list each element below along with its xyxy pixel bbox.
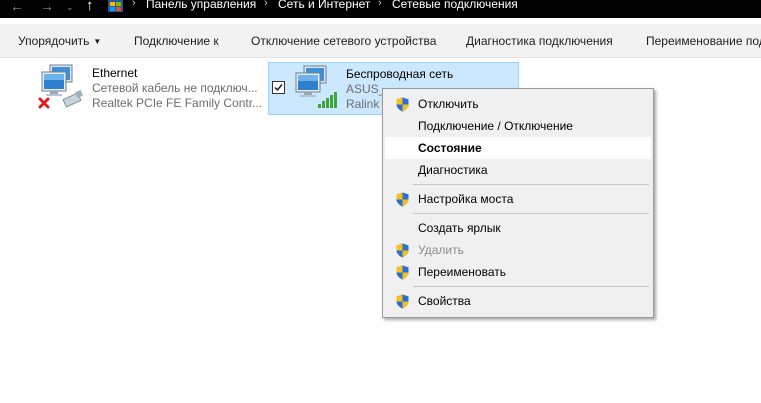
menu-item-label: Свойства — [418, 294, 471, 308]
menu-item-label: Состояние — [418, 141, 482, 155]
connection-status: ASUS_2G — [346, 82, 382, 96]
checkmark-icon — [274, 84, 283, 92]
menu-item-label: Удалить — [418, 243, 464, 257]
menu-item-delete: Удалить — [385, 239, 651, 261]
rename-connection-button[interactable]: Переименование под — [646, 34, 761, 48]
diagnose-connection-button[interactable]: Диагностика подключения — [466, 34, 613, 48]
connection-name: Беспроводная сеть — [346, 67, 454, 81]
chevron-down-icon: ▼ — [93, 37, 102, 46]
menu-item-label: Диагностика — [418, 163, 488, 177]
organize-label: Упорядочить — [18, 34, 90, 48]
menu-item-bridge[interactable]: Настройка моста — [385, 188, 651, 210]
back-arrow-icon[interactable]: ← — [10, 0, 24, 14]
breadcrumb-network-connections[interactable]: Сетевые подключения — [392, 0, 518, 11]
menu-separator — [413, 213, 649, 214]
connection-item-ethernet[interactable]: Ethernet Сетевой кабель не подключ... Re… — [34, 62, 264, 114]
breadcrumb-separator: › — [264, 0, 268, 9]
menu-item-create-shortcut[interactable]: Создать ярлык — [385, 217, 651, 239]
connection-status: Сетевой кабель не подключ... — [92, 81, 258, 95]
uac-shield-icon — [396, 192, 409, 207]
uac-shield-icon — [396, 265, 409, 280]
menu-item-label: Настройка моста — [418, 192, 514, 206]
control-panel-icon — [108, 0, 123, 12]
breadcrumb-control-panel[interactable]: Панель управления — [146, 0, 256, 11]
ethernet-disconnected-icon — [38, 64, 83, 109]
breadcrumb-separator: › — [132, 0, 136, 9]
connection-adapter: Ralink — [346, 97, 380, 111]
menu-item-label: Создать ярлык — [418, 221, 501, 235]
uac-shield-icon — [396, 243, 409, 258]
connection-name: Ethernet — [92, 66, 138, 80]
menu-separator — [413, 184, 649, 185]
menu-item-rename[interactable]: Переименовать — [385, 261, 651, 283]
menu-item-status[interactable]: Состояние — [385, 137, 651, 159]
uac-shield-icon — [396, 294, 409, 309]
menu-item-connect-disconnect[interactable]: Подключение / Отключение — [385, 115, 651, 137]
menu-separator — [413, 286, 649, 287]
selection-checkbox[interactable] — [272, 81, 285, 94]
menu-item-properties[interactable]: Свойства — [385, 290, 651, 312]
menu-item-diagnostics[interactable]: Диагностика — [385, 159, 651, 181]
connect-to-button[interactable]: Подключение к — [134, 34, 219, 48]
organize-button[interactable]: Упорядочить ▼ — [18, 34, 101, 48]
menu-item-label: Подключение / Отключение — [418, 119, 573, 133]
menu-item-label: Переименовать — [418, 265, 506, 279]
uac-shield-icon — [396, 97, 409, 112]
address-bar: ← → ⌄ ↑ › Панель управления › Сеть и Инт… — [0, 0, 761, 18]
up-arrow-icon[interactable]: ↑ — [86, 0, 94, 14]
breadcrumb-separator: › — [378, 0, 382, 9]
context-menu: Отключить Подключение / Отключение Состо… — [382, 88, 654, 318]
wireless-network-icon — [295, 65, 337, 108]
menu-item-disable[interactable]: Отключить — [385, 93, 651, 115]
forward-arrow-icon[interactable]: → — [40, 0, 54, 14]
recent-locations-chevron-icon[interactable]: ⌄ — [66, 1, 74, 15]
breadcrumb-network-internet[interactable]: Сеть и Интернет — [278, 0, 370, 11]
menu-item-label: Отключить — [418, 97, 479, 111]
command-bar: Упорядочить ▼ Подключение к Отключение се… — [0, 24, 761, 58]
connection-adapter: Realtek PCIe FE Family Contr... — [92, 96, 263, 110]
disable-device-button[interactable]: Отключение сетевого устройства — [251, 34, 436, 48]
